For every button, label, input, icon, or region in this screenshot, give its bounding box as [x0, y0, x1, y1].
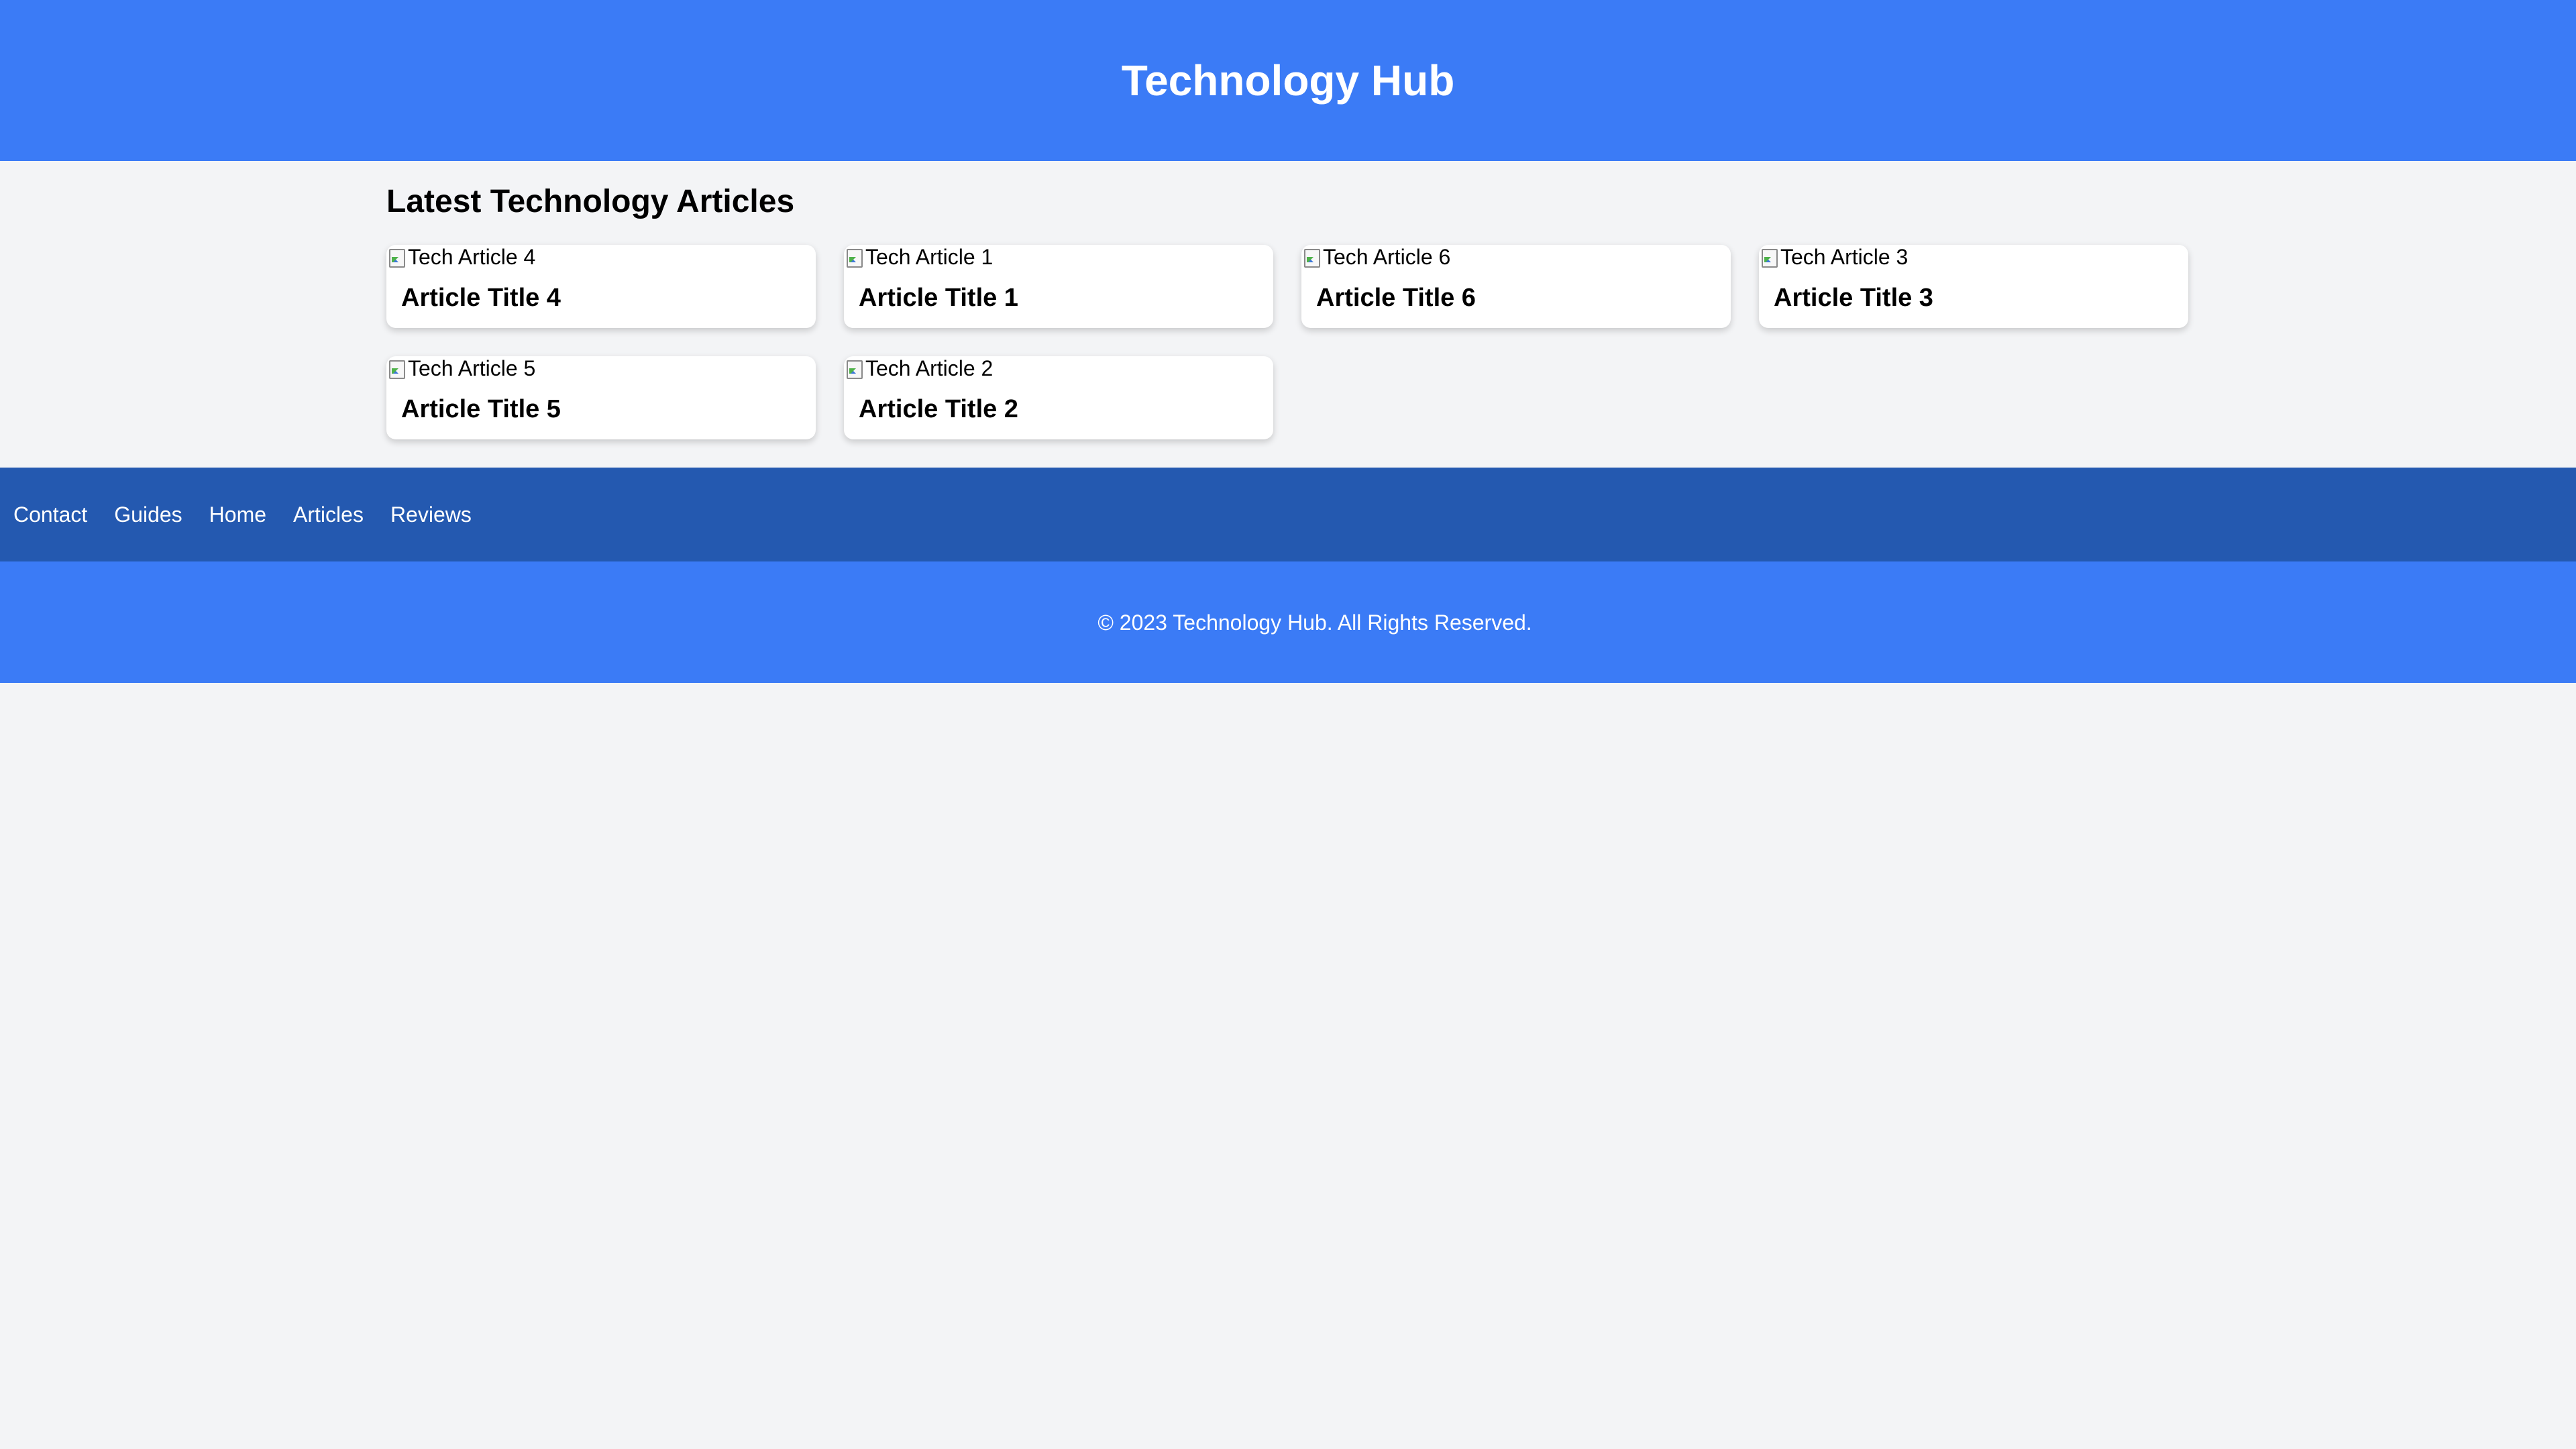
- nav-link-reviews[interactable]: Reviews: [390, 504, 472, 525]
- article-image: Tech Article 2: [844, 356, 1273, 380]
- copyright-text: © 2023 Technology Hub. All Rights Reserv…: [1097, 610, 1532, 635]
- broken-image-icon: [1759, 245, 1780, 269]
- section-heading: Latest Technology Articles: [386, 184, 795, 219]
- article-card[interactable]: Tech Article 2 Article Title 2: [844, 356, 1273, 439]
- nav-link-home[interactable]: Home: [209, 504, 266, 525]
- article-title[interactable]: Article Title 4: [386, 269, 816, 311]
- broken-image-icon: [1301, 245, 1323, 269]
- article-card[interactable]: Tech Article 3 Article Title 3: [1759, 245, 2188, 328]
- article-image-alt: Tech Article 6: [1323, 245, 1451, 269]
- article-image-alt: Tech Article 5: [408, 356, 536, 380]
- article-card[interactable]: Tech Article 5 Article Title 5: [386, 356, 816, 439]
- articles-grid: Tech Article 4 Article Title 4 Tech Arti…: [386, 245, 2190, 439]
- nav-link-guides[interactable]: Guides: [114, 504, 182, 525]
- broken-image-icon: [844, 245, 865, 269]
- site-nav: Contact Guides Home Articles Reviews: [0, 468, 2576, 561]
- article-image: Tech Article 4: [386, 245, 816, 269]
- article-card[interactable]: Tech Article 1 Article Title 1: [844, 245, 1273, 328]
- article-card[interactable]: Tech Article 6 Article Title 6: [1301, 245, 1731, 328]
- nav-link-articles[interactable]: Articles: [293, 504, 364, 525]
- article-image-alt: Tech Article 1: [865, 245, 994, 269]
- article-title[interactable]: Article Title 1: [844, 269, 1273, 311]
- article-card[interactable]: Tech Article 4 Article Title 4: [386, 245, 816, 328]
- article-image: Tech Article 1: [844, 245, 1273, 269]
- article-image: Tech Article 3: [1759, 245, 2188, 269]
- article-title[interactable]: Article Title 6: [1301, 269, 1731, 311]
- article-image-alt: Tech Article 2: [865, 356, 994, 380]
- article-image-alt: Tech Article 4: [408, 245, 536, 269]
- site-header: Technology Hub: [0, 0, 2576, 161]
- article-title[interactable]: Article Title 5: [386, 380, 816, 422]
- article-image-alt: Tech Article 3: [1780, 245, 1909, 269]
- main-content: Latest Technology Articles Tech Article …: [386, 161, 2190, 468]
- site-title: Technology Hub: [1121, 56, 1455, 105]
- article-image: Tech Article 5: [386, 356, 816, 380]
- broken-image-icon: [844, 356, 865, 380]
- broken-image-icon: [386, 245, 408, 269]
- article-image: Tech Article 6: [1301, 245, 1731, 269]
- article-title[interactable]: Article Title 2: [844, 380, 1273, 422]
- nav-link-contact[interactable]: Contact: [13, 504, 87, 525]
- article-title[interactable]: Article Title 3: [1759, 269, 2188, 311]
- broken-image-icon: [386, 356, 408, 380]
- site-footer: © 2023 Technology Hub. All Rights Reserv…: [0, 561, 2576, 683]
